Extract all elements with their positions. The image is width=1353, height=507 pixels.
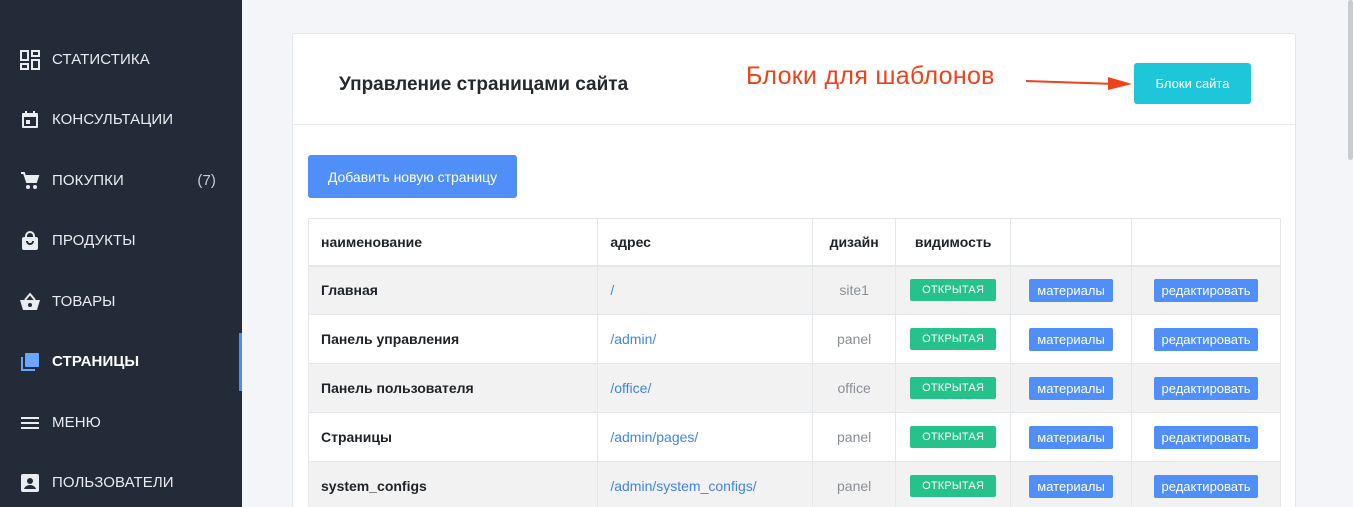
sidebar-item-pages[interactable]: СТРАНИЦЫ — [0, 342, 242, 382]
page-name: Страницы — [307, 412, 599, 462]
page-name: system_configs — [307, 461, 599, 507]
page-design: panel — [812, 314, 897, 364]
column-header-name: наименование — [307, 218, 599, 267]
page-design: site1 — [812, 265, 897, 315]
sidebar-item-label: ПОЛЬЗОВАТЕЛИ — [52, 474, 174, 491]
pages-icon — [19, 351, 41, 373]
sidebar-item-purchases[interactable]: ПОКУПКИ (7) — [0, 161, 242, 201]
page-address-link[interactable]: /admin/ — [597, 314, 814, 364]
materials-button[interactable]: материалы — [1029, 425, 1113, 449]
visibility-badge: открытая — [910, 475, 997, 497]
column-header-edit — [1131, 218, 1281, 267]
edit-button[interactable]: редактировать — [1153, 376, 1259, 400]
site-blocks-button[interactable]: Блоки сайта — [1134, 63, 1251, 104]
column-header-design: дизайн — [812, 218, 897, 267]
table-row: Главная / site1 открытая материалы редак… — [307, 265, 1281, 315]
sidebar-item-label: ПРОДУКТЫ — [52, 232, 136, 249]
sidebar-item-users[interactable]: ПОЛЬЗОВАТЕЛИ — [0, 463, 242, 503]
page-title: Управление страницами сайта — [339, 74, 629, 95]
basket-icon — [19, 291, 41, 313]
user-icon — [19, 472, 41, 494]
edit-button[interactable]: редактировать — [1153, 278, 1259, 302]
page-name: Панель управления — [307, 314, 599, 364]
page-design: panel — [812, 412, 897, 462]
page-design: panel — [812, 461, 897, 507]
calendar-icon — [19, 109, 41, 131]
sidebar: СТАТИСТИКА КОНСУЛЬТАЦИИ ПОКУПКИ (7) ПРОД… — [0, 0, 242, 507]
sidebar-item-label: ПОКУПКИ — [52, 172, 124, 189]
materials-button[interactable]: материалы — [1029, 278, 1113, 302]
table-row: system_configs /admin/system_configs/ pa… — [307, 461, 1281, 507]
visibility-badge: открытая — [910, 377, 997, 399]
sidebar-item-label: СТРАНИЦЫ — [52, 353, 140, 370]
materials-button[interactable]: материалы — [1029, 327, 1113, 351]
annotation-text: Блоки для шаблонов — [746, 62, 995, 90]
page-design: office — [812, 363, 897, 413]
sidebar-item-goods[interactable]: ТОВАРЫ — [0, 282, 242, 322]
table-row: Панель пользователя /office/ office откр… — [307, 363, 1281, 413]
edit-button[interactable]: редактировать — [1153, 474, 1259, 498]
visibility-badge: открытая — [910, 279, 997, 302]
column-header-address: адрес — [597, 218, 814, 267]
scrollbar-thumb[interactable] — [1348, 0, 1353, 160]
visibility-badge: открытая — [910, 328, 997, 350]
sidebar-item-label: КОНСУЛЬТАЦИИ — [52, 111, 174, 128]
page-scrollbar[interactable] — [1347, 0, 1353, 160]
page-name: Главная — [307, 265, 599, 315]
page-name: Панель пользователя — [307, 363, 599, 413]
column-header-visibility: видимость — [895, 218, 1012, 267]
shopping-bag-icon — [19, 230, 41, 252]
page-address-link[interactable]: /office/ — [597, 363, 814, 413]
edit-button[interactable]: редактировать — [1153, 425, 1259, 449]
sidebar-item-products[interactable]: ПРОДУКТЫ — [0, 221, 242, 261]
page-address-link[interactable]: / — [597, 265, 814, 315]
column-header-materials — [1010, 218, 1133, 267]
table-header-row: наименование адрес дизайн видимость — [307, 218, 1281, 267]
sidebar-item-statistics[interactable]: СТАТИСТИКА — [0, 40, 242, 80]
add-page-button[interactable]: Добавить новую страницу — [308, 155, 517, 198]
menu-icon — [19, 412, 41, 434]
active-indicator — [239, 333, 242, 391]
table-row: Страницы /admin/pages/ panel открытая ма… — [307, 412, 1281, 462]
pages-card: Управление страницами сайта Блоки для ша… — [292, 33, 1296, 507]
card-header: Управление страницами сайта Блоки для ша… — [293, 34, 1295, 125]
materials-button[interactable]: материалы — [1029, 474, 1113, 498]
sidebar-item-consultations[interactable]: КОНСУЛЬТАЦИИ — [0, 100, 242, 140]
page-address-link[interactable]: /admin/system_configs/ — [597, 461, 814, 507]
sidebar-item-label: МЕНЮ — [52, 414, 101, 431]
sidebar-item-label: СТАТИСТИКА — [52, 51, 150, 68]
pages-table: наименование адрес дизайн видимость Глав… — [307, 218, 1281, 507]
annotation-arrow-icon — [1026, 77, 1132, 90]
visibility-badge: открытая — [910, 426, 997, 448]
sidebar-item-menu[interactable]: МЕНЮ — [0, 403, 242, 443]
materials-button[interactable]: материалы — [1029, 376, 1113, 400]
cart-icon — [19, 170, 41, 192]
purchases-count-badge: (7) — [197, 172, 216, 189]
table-row: Панель управления /admin/ panel открытая… — [307, 314, 1281, 364]
page-address-link[interactable]: /admin/pages/ — [597, 412, 814, 462]
edit-button[interactable]: редактировать — [1153, 327, 1259, 351]
dashboard-icon — [19, 49, 41, 71]
sidebar-item-label: ТОВАРЫ — [52, 293, 116, 310]
